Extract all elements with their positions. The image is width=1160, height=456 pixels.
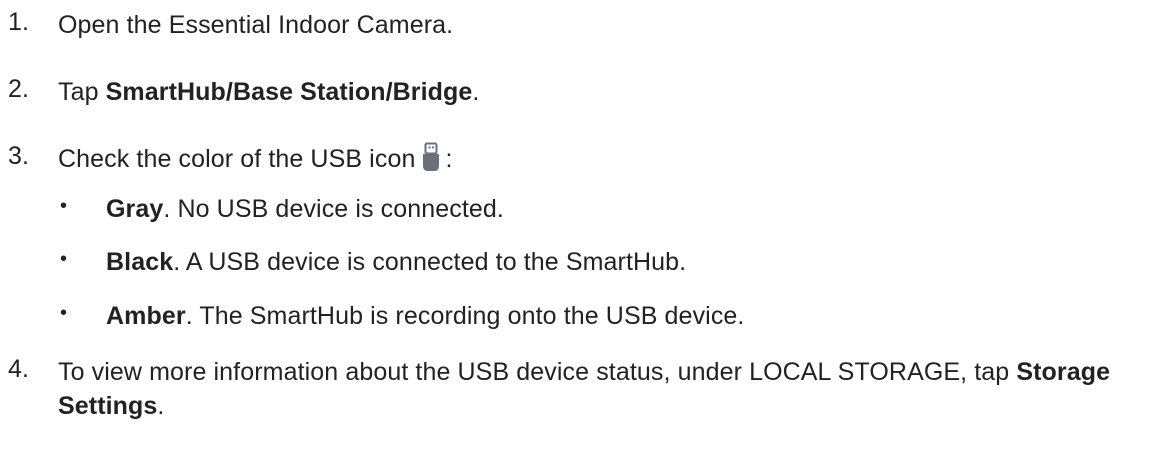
usb-drive-icon bbox=[423, 142, 440, 171]
step-text: Check the color of the USB icon: bbox=[58, 142, 1154, 176]
bullet-text: Amber. The SmartHub is recording onto th… bbox=[106, 302, 744, 331]
bullet-marker: • bbox=[60, 195, 68, 217]
step-text: To view more information about the USB d… bbox=[58, 355, 1154, 423]
bullet-desc: . A USB device is connected to the Smart… bbox=[173, 248, 687, 276]
step-number: 4. bbox=[8, 355, 30, 383]
step-text: Open the Essential Indoor Camera. bbox=[58, 11, 454, 39]
bullet-desc: . No USB device is connected. bbox=[163, 195, 504, 223]
step-emphasis: SmartHub/Base Station/Bridge bbox=[105, 78, 473, 106]
step-number: 2. bbox=[8, 75, 30, 103]
step-text-suffix: . bbox=[157, 392, 165, 420]
step-text-suffix: . bbox=[472, 78, 480, 106]
bullet-term: Gray bbox=[106, 195, 164, 223]
bullet-marker: • bbox=[60, 302, 68, 324]
bullet-marker: • bbox=[60, 248, 68, 270]
step-number: 3. bbox=[8, 142, 30, 170]
bullet-term: Black bbox=[106, 248, 174, 276]
step-text: Tap SmartHub/Base Station/Bridge. bbox=[58, 75, 1154, 109]
step-text-main: To view more information about the USB d… bbox=[58, 358, 1017, 386]
bullet-text: Black. A USB device is connected to the … bbox=[106, 248, 686, 277]
instructions-page: 1. Open the Essential Indoor Camera. 2. … bbox=[0, 0, 1160, 456]
bullet-desc: . The SmartHub is recording onto the USB… bbox=[185, 302, 745, 330]
step-text-main: Check the color of the USB icon bbox=[58, 145, 416, 173]
bullet-term: Amber bbox=[106, 302, 186, 330]
bullet-text: Gray. No USB device is connected. bbox=[106, 195, 504, 224]
step-number: 1. bbox=[8, 8, 30, 36]
step-text-colon: : bbox=[445, 145, 453, 173]
step-text-prefix: Tap bbox=[58, 78, 106, 106]
